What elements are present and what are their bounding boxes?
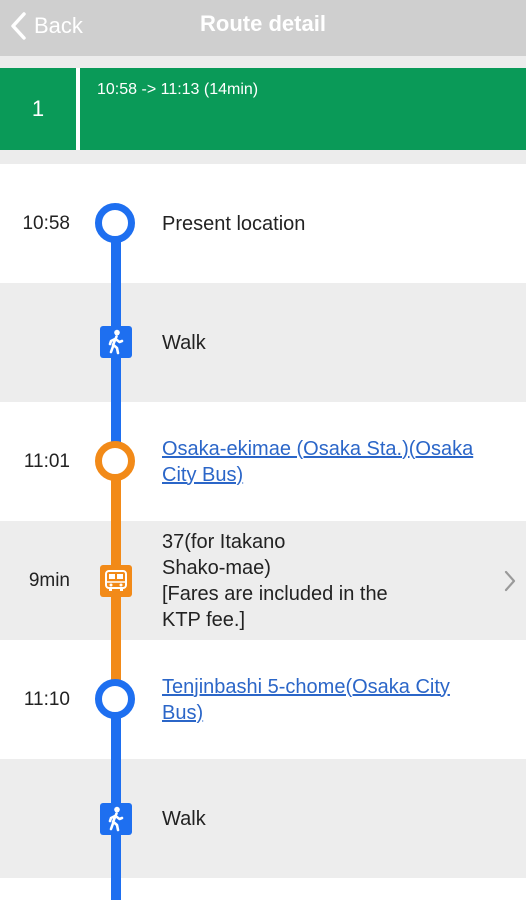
step-row-stop: 11:01 Osaka-ekimae (Osaka Sta.)(Osaka Ci…	[0, 402, 526, 521]
route-summary[interactable]: 1 10:58 -> 11:13 (14min)	[0, 68, 526, 150]
bus-icon	[100, 565, 132, 597]
step-row-walk: Walk	[0, 759, 526, 878]
bus-info-line: [Fares are included in the	[162, 582, 388, 605]
step-time: 11:10	[23, 688, 70, 710]
step-label: Walk	[162, 331, 206, 354]
step-duration: 9min	[28, 569, 70, 591]
step-time: 10:58	[22, 212, 70, 234]
step-row-stop: 11:10 Tenjinbashi 5-chome(Osaka City Bus…	[0, 640, 526, 759]
bus-info: 37(for Itakano Shako-mae) [Fares are inc…	[162, 529, 486, 633]
step-label: Walk	[162, 807, 206, 830]
spacer	[0, 150, 526, 164]
chevron-right-icon	[504, 570, 516, 591]
step-row-next	[0, 878, 526, 900]
route-time-range: 10:58 -> 11:13 (14min)	[97, 81, 259, 98]
stop-link-osaka-ekimae[interactable]: Osaka-ekimae (Osaka Sta.)(Osaka City Bus…	[162, 436, 486, 488]
step-time: 11:01	[23, 450, 70, 472]
bus-info-line: 37(for Itakano	[162, 530, 286, 553]
spacer	[0, 56, 526, 68]
walk-icon	[100, 326, 132, 358]
page-title: Route detail	[200, 11, 326, 36]
step-row-walk: Walk	[0, 283, 526, 402]
divider	[76, 68, 80, 150]
departure-marker	[95, 203, 135, 243]
walk-icon	[100, 803, 132, 835]
step-row-bus[interactable]: 9min 37(for Itakano Shako-mae) [Fares ar…	[0, 521, 526, 640]
stop-link-tenjinbashi[interactable]: Tenjinbashi 5-chome(Osaka City Bus)	[162, 674, 486, 726]
nav-bar: Back Route detail	[0, 0, 526, 56]
walk-line	[111, 699, 121, 900]
bus-info-line: Shako-mae)	[162, 556, 271, 579]
step-label: Present location	[162, 212, 306, 235]
stop-marker	[95, 441, 135, 481]
route-number: 1	[31, 96, 45, 121]
step-row-departure: 10:58 Present location	[0, 164, 526, 283]
bus-info-line: KTP fee.]	[162, 608, 246, 631]
stop-marker	[95, 679, 135, 719]
